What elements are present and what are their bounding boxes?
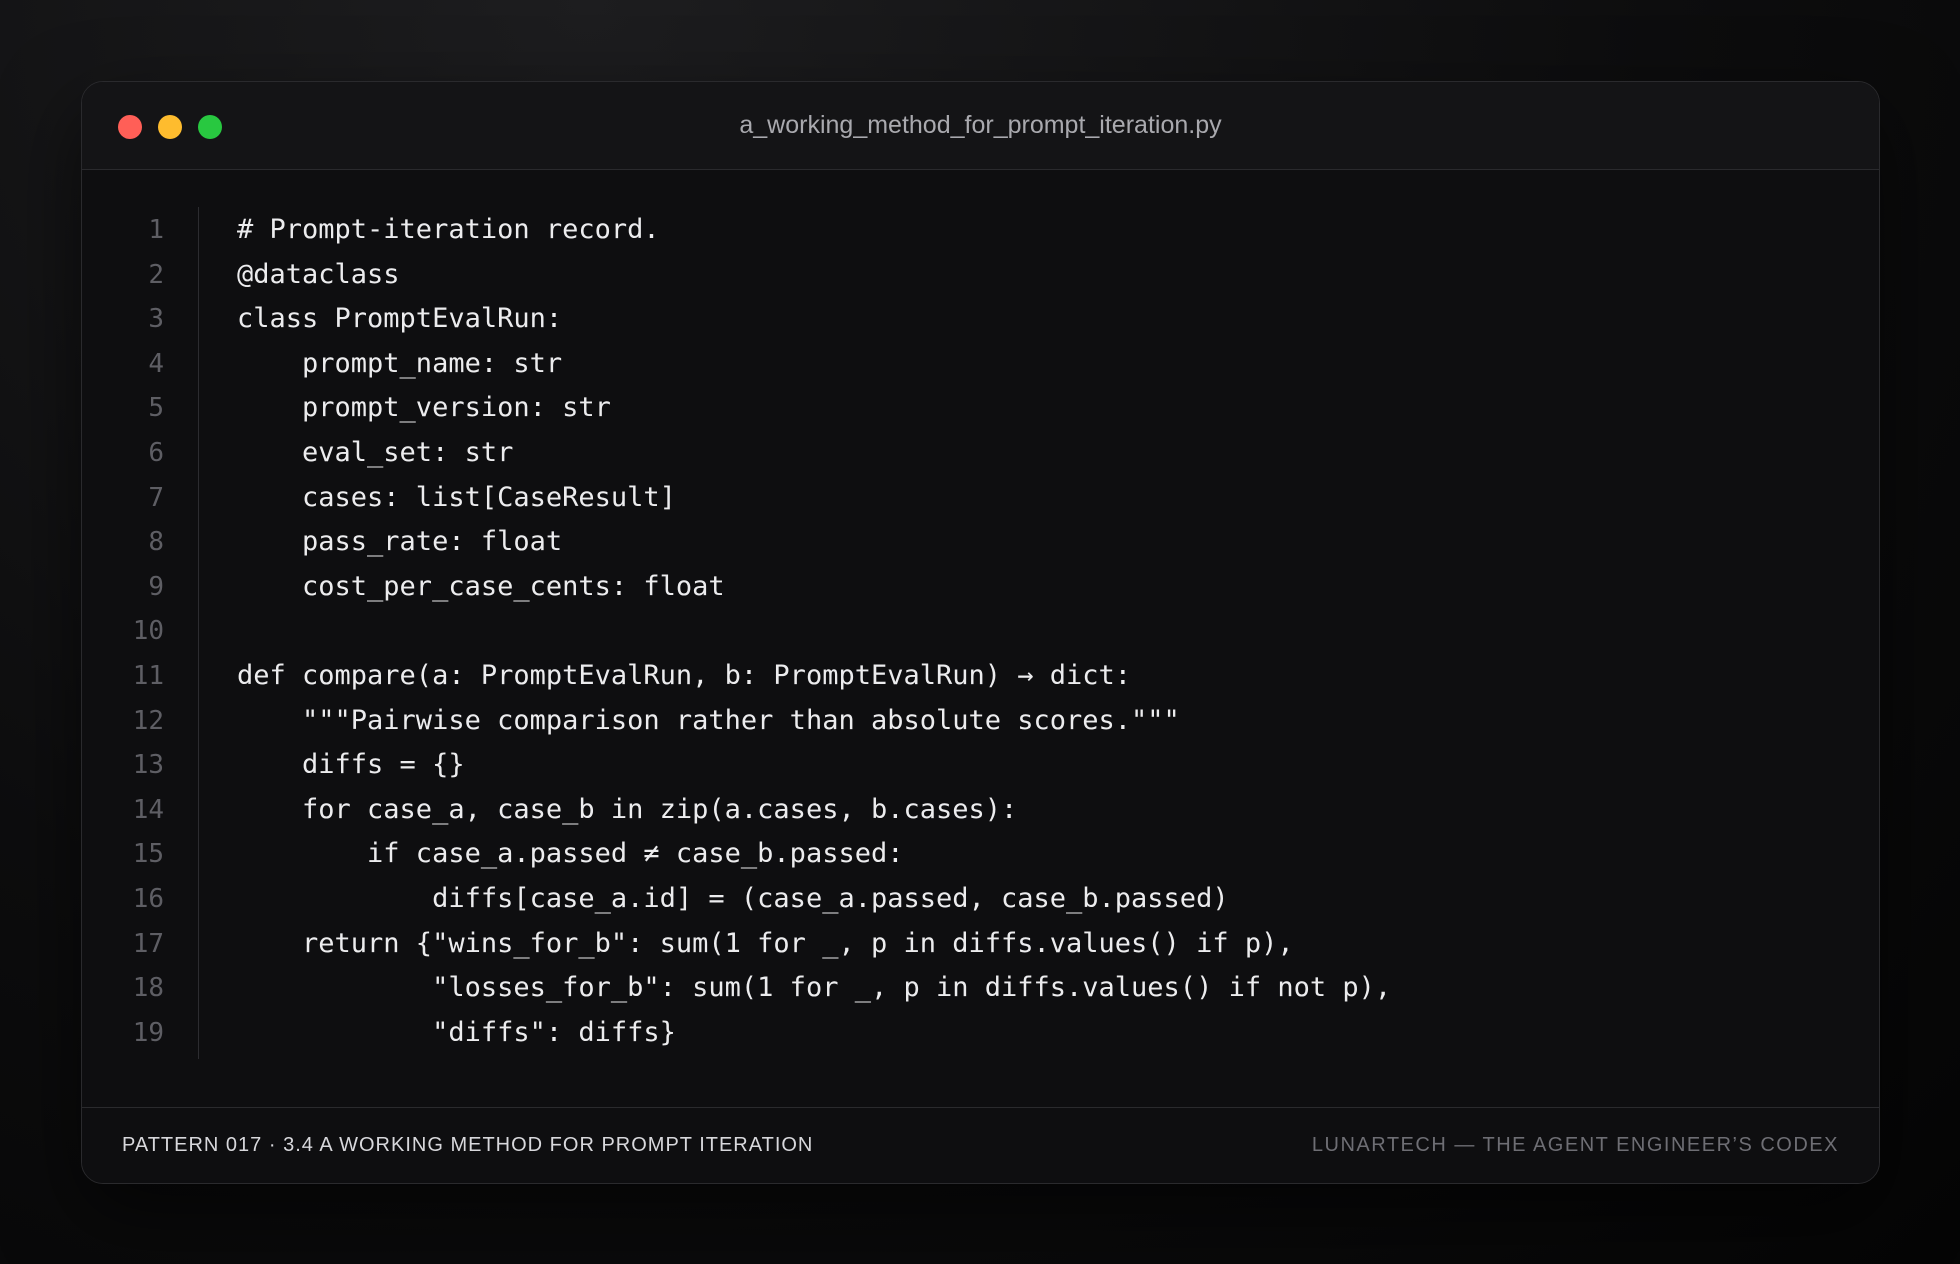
line-number: 19: [132, 1017, 164, 1048]
gutter-divider: [198, 207, 199, 1059]
code-text: "losses_for_b": sum(1 for _, p in diffs.…: [237, 972, 1392, 1004]
code-window: a_working_method_for_prompt_iteration.py…: [81, 81, 1880, 1184]
code-text: class PromptEvalRun:: [237, 303, 563, 335]
file-title: a_working_method_for_prompt_iteration.py: [739, 111, 1222, 139]
code-text: prompt_version: str: [237, 392, 611, 424]
line-number: 18: [132, 973, 164, 1004]
line-number: 9: [148, 571, 164, 602]
line-number: 10: [132, 616, 164, 647]
code-text: # Prompt-iteration record.: [237, 214, 660, 245]
code-text: if case_a.passed ≠ case_b.passed:: [237, 838, 904, 870]
code-text: @dataclass: [237, 258, 400, 290]
line-number: 1: [148, 215, 164, 245]
code-text: return {"wins_for_b": sum(1 for _, p in …: [237, 927, 1294, 959]
code-text: for case_a, case_b in zip(a.cases, b.cas…: [237, 793, 1018, 825]
pattern-caption: PATTERN 017 · 3.4 A WORKING METHOD FOR P…: [122, 1134, 814, 1156]
line-number: 3: [148, 304, 164, 335]
line-number: 15: [132, 839, 164, 870]
code-text: """Pairwise comparison rather than absol…: [237, 704, 1180, 736]
line-number: 4: [148, 348, 164, 379]
title-bar: a_working_method_for_prompt_iteration.py: [82, 82, 1879, 170]
line-number: 8: [148, 527, 164, 558]
line-number: 14: [132, 794, 164, 825]
line-number: 2: [148, 259, 164, 290]
line-number: 13: [132, 750, 164, 781]
line-number: 7: [148, 482, 164, 513]
code-text: cases: list[CaseResult]: [237, 481, 676, 513]
footer: PATTERN 017 · 3.4 A WORKING METHOD FOR P…: [82, 1107, 1879, 1183]
code-text: prompt_name: str: [237, 347, 563, 379]
code-text: "diffs": diffs}: [237, 1016, 676, 1048]
line-number: 16: [132, 884, 164, 914]
line-number: 11: [132, 661, 164, 691]
line-number: 6: [148, 438, 164, 468]
code-text: eval_set: str: [237, 437, 514, 468]
code-text: cost_per_case_cents: float: [237, 570, 725, 602]
code-text: pass_rate: float: [237, 526, 563, 558]
code-text: def compare(a: PromptEvalRun, b: PromptE…: [237, 660, 1132, 691]
line-number: 17: [132, 928, 164, 959]
line-number: 12: [132, 705, 164, 736]
code-text: diffs[case_a.id] = (case_a.passed, case_…: [237, 883, 1229, 914]
code-text: diffs = {}: [237, 749, 465, 781]
line-number: 5: [148, 393, 164, 424]
publisher-caption: LUNARTECH — THE AGENT ENGINEER’S CODEX: [1311, 1134, 1839, 1156]
